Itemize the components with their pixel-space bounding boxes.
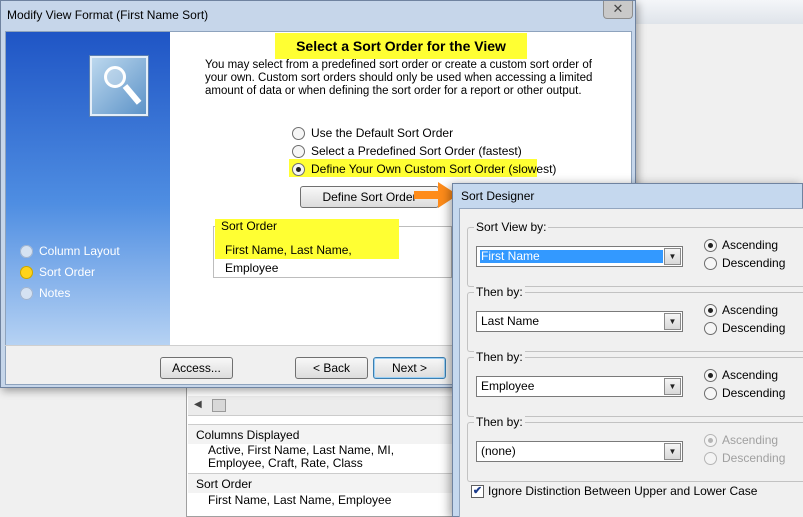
columns-displayed-header: Columns Displayed — [188, 424, 452, 444]
background-sort-order-header: Sort Order — [188, 473, 452, 493]
access-button[interactable]: Access... — [160, 357, 233, 379]
selected-value: Last Name — [481, 314, 540, 328]
sort-group-4: Then by: (none) ▼ Ascending Descending — [467, 415, 803, 482]
ascending-radio-2[interactable]: Ascending — [704, 303, 778, 317]
sort-group-3: Then by: Employee ▼ Ascending Descending — [467, 350, 803, 417]
ignore-case-label: Ignore Distinction Between Upper and Low… — [488, 484, 758, 498]
wizard-sidebar: Column Layout Sort Order Notes — [6, 32, 170, 345]
sort-field-select-3[interactable]: Employee ▼ — [476, 376, 683, 397]
radio-disabled-icon — [704, 451, 717, 465]
chevron-down-icon[interactable]: ▼ — [664, 443, 681, 460]
horizontal-scrollbar[interactable]: ◀ — [188, 396, 452, 416]
group-label: Sort View by: — [474, 220, 549, 234]
sort-field-select-2[interactable]: Last Name ▼ — [476, 311, 683, 332]
selected-value: First Name — [480, 250, 663, 263]
magnifier-icon — [90, 56, 148, 116]
sort-field-select-1[interactable]: First Name ▼ — [476, 246, 683, 267]
radio-icon[interactable] — [292, 144, 305, 158]
next-button[interactable]: Next > — [373, 357, 446, 379]
radio-predefined-sort[interactable]: Select a Predefined Sort Order (fastest) — [292, 144, 522, 158]
sort-order-value: First Name, Last Name, Employee — [215, 241, 399, 275]
sort-group-1: Sort View by: First Name ▼ Ascending Desc… — [467, 220, 803, 287]
page-title: Select a Sort Order for the View — [275, 33, 527, 59]
radio-icon[interactable] — [704, 321, 717, 335]
radio-selected-icon[interactable] — [704, 368, 717, 382]
nav-item-column-layout[interactable]: Column Layout — [20, 242, 120, 260]
group-label: Then by: — [474, 285, 525, 299]
ignore-case-checkbox[interactable]: ✔ Ignore Distinction Between Upper and L… — [471, 484, 757, 498]
descending-radio-1[interactable]: Descending — [704, 256, 785, 270]
descending-radio-2[interactable]: Descending — [704, 321, 785, 335]
radio-icon[interactable] — [704, 386, 717, 400]
selected-value: Employee — [481, 379, 535, 393]
window-title: Modify View Format (First Name Sort) — [7, 8, 209, 22]
selected-value: (none) — [481, 444, 516, 458]
radio-disabled-icon — [704, 433, 717, 447]
ascending-radio-1[interactable]: Ascending — [704, 238, 778, 252]
chevron-down-icon[interactable]: ▼ — [664, 378, 681, 395]
scroll-left-icon[interactable]: ◀ — [194, 399, 202, 410]
intro-text: You may select from a predefined sort or… — [205, 59, 593, 97]
nav-item-notes[interactable]: Notes — [20, 284, 70, 302]
ascending-radio-3[interactable]: Ascending — [704, 368, 778, 382]
background-sort-order-value: First Name, Last Name, Employee — [208, 493, 392, 507]
columns-displayed-value: Active, First Name, Last Name, MI, Emplo… — [208, 443, 395, 470]
descending-radio-3[interactable]: Descending — [704, 386, 785, 400]
step-dot-active-icon — [20, 265, 33, 279]
step-dot-icon — [20, 286, 33, 300]
close-icon: ✕ — [612, 1, 624, 16]
radio-selected-icon[interactable] — [704, 238, 717, 252]
radio-custom-sort[interactable]: Define Your Own Custom Sort Order (slowe… — [292, 162, 556, 176]
back-button[interactable]: < Back — [295, 357, 368, 379]
descending-radio-4: Descending — [704, 451, 785, 465]
sort-group-2: Then by: Last Name ▼ Ascending Descending — [467, 285, 803, 352]
scrollbar-thumb[interactable] — [212, 399, 226, 412]
radio-selected-icon[interactable] — [292, 162, 305, 176]
close-button[interactable]: ✕ — [603, 1, 633, 19]
radio-default-sort[interactable]: Use the Default Sort Order — [292, 126, 453, 140]
ascending-radio-4: Ascending — [704, 433, 778, 447]
group-label: Then by: — [474, 350, 525, 364]
sort-field-select-4[interactable]: (none) ▼ — [476, 441, 683, 462]
chevron-down-icon[interactable]: ▼ — [664, 313, 681, 330]
radio-selected-icon[interactable] — [704, 303, 717, 317]
sort-designer-dialog: Sort Designer Sort View by: First Name ▼ … — [452, 183, 803, 517]
chevron-down-icon[interactable]: ▼ — [664, 248, 681, 265]
dialog-title: Sort Designer — [461, 189, 535, 203]
checkbox-checked-icon[interactable]: ✔ — [471, 484, 484, 498]
group-label: Then by: — [474, 415, 525, 429]
radio-icon[interactable] — [704, 256, 717, 270]
step-dot-icon — [20, 244, 33, 258]
nav-item-sort-order[interactable]: Sort Order — [20, 263, 95, 281]
radio-icon[interactable] — [292, 126, 305, 140]
